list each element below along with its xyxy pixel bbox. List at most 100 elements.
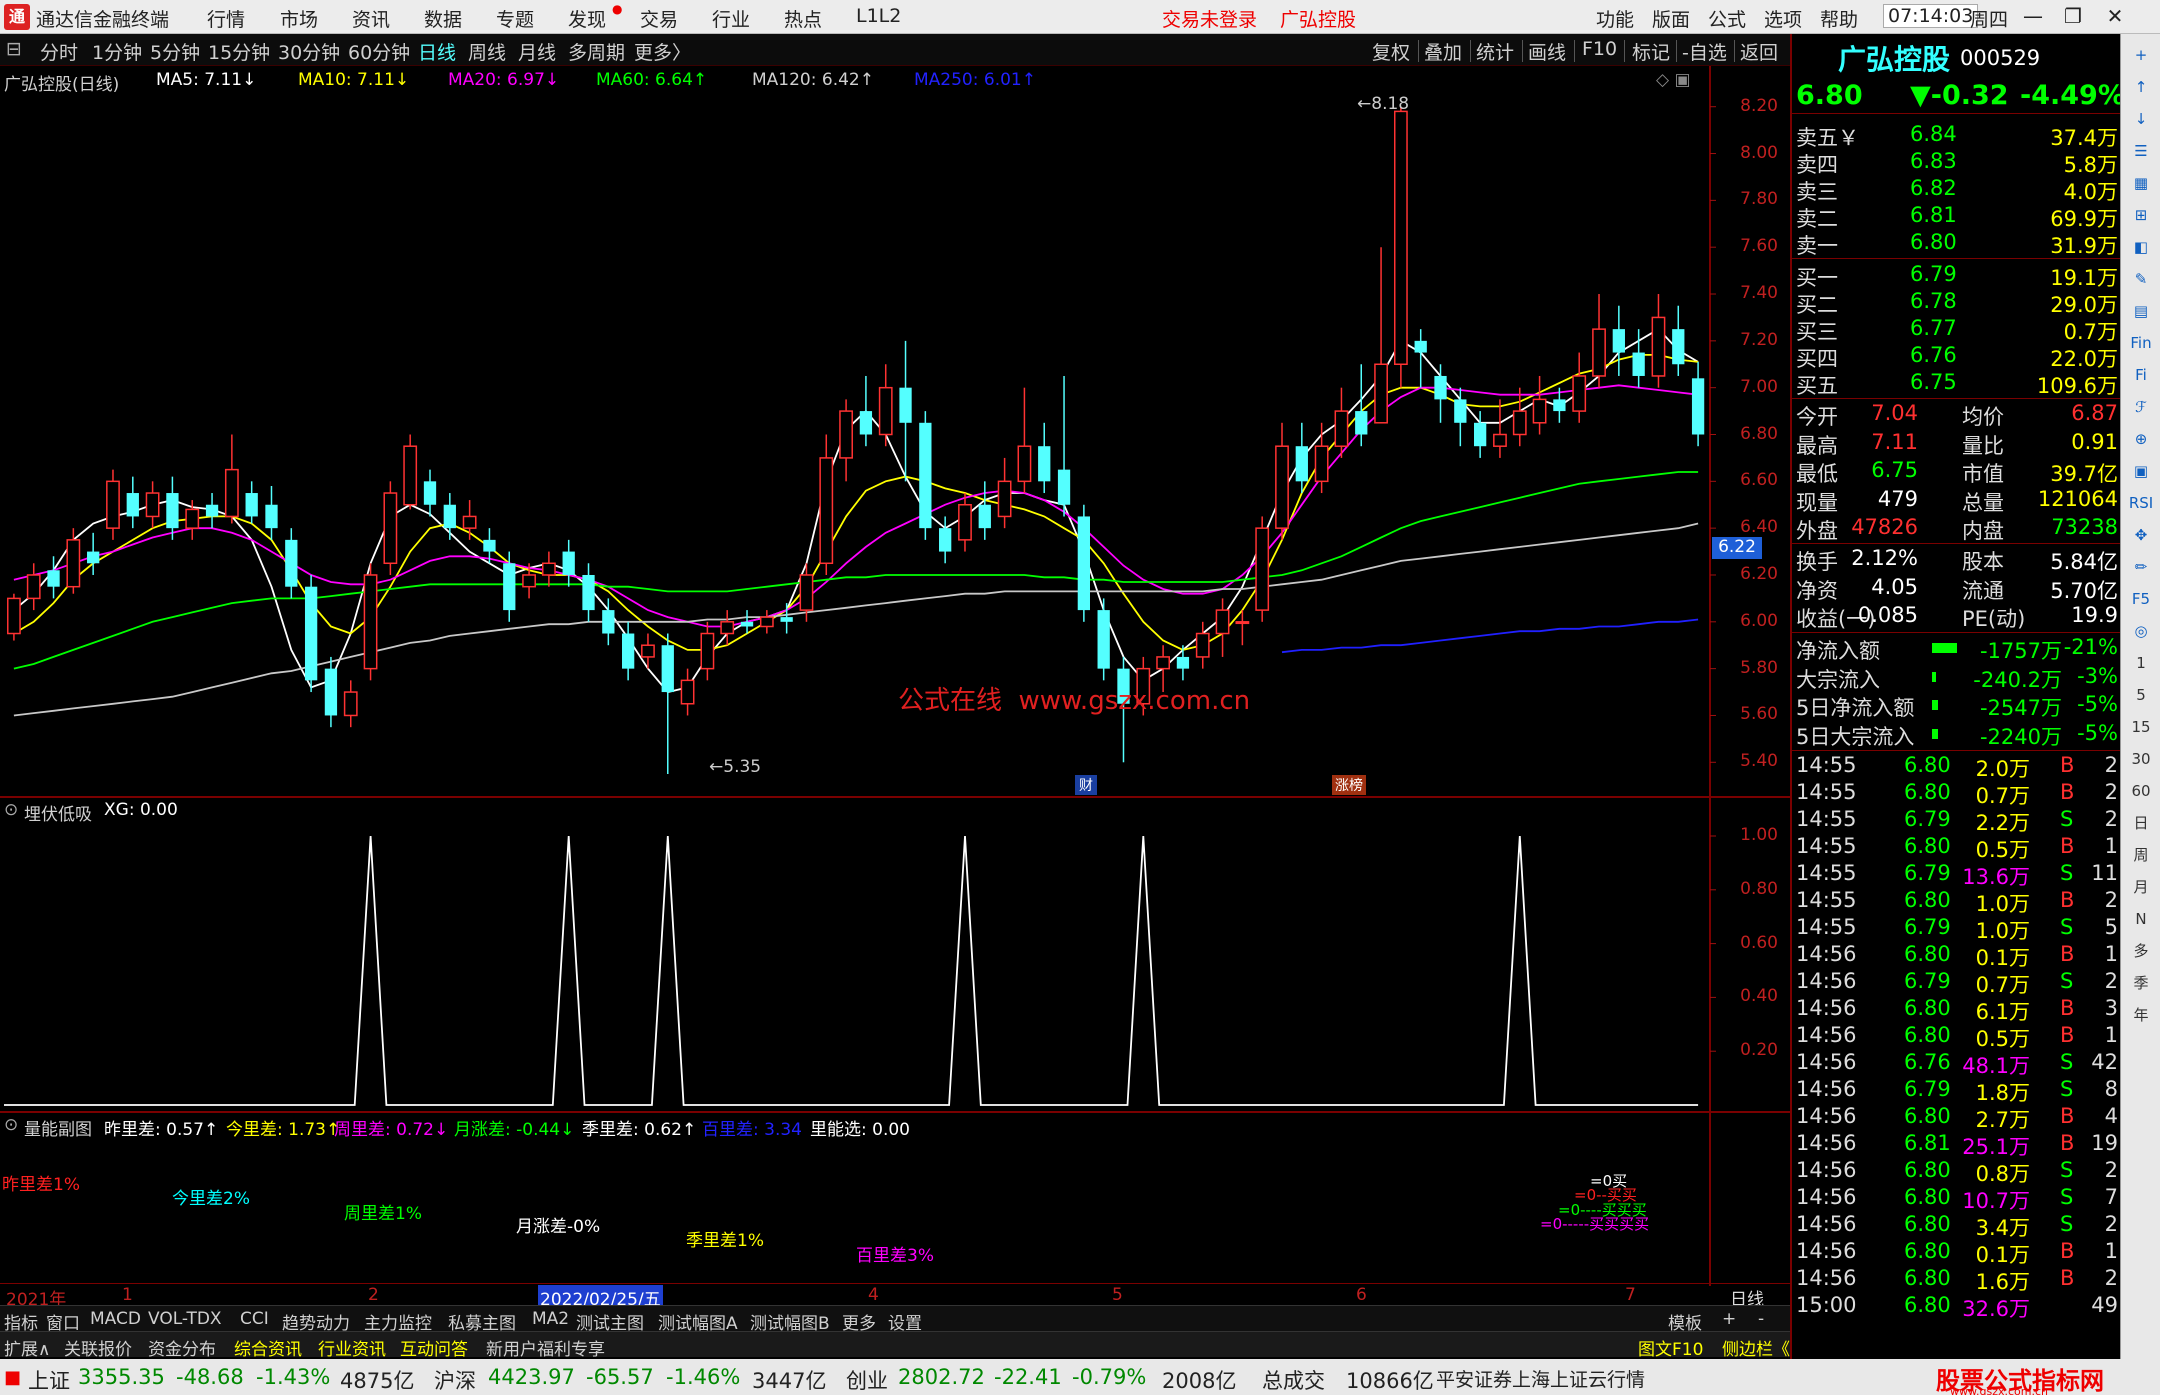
collapse-icon[interactable]: ⊟ xyxy=(6,38,22,60)
tabbar1-right-2[interactable]: - xyxy=(1758,1309,1764,1329)
menu-quotes[interactable]: 行情 xyxy=(207,5,245,32)
tick-row[interactable]: 14:56 6.79 1.8万 S 8 xyxy=(1792,1077,2122,1105)
period-monthly[interactable]: 月线 xyxy=(518,38,556,65)
bid-row[interactable]: 买四 6.76 22.0万 xyxy=(1792,343,2122,371)
toolbar-icon[interactable]: ℱ xyxy=(2126,392,2156,422)
ind2-collapse-icon[interactable]: ⊙ xyxy=(4,1115,18,1135)
btn-remove-fav[interactable]: -自选 xyxy=(1682,38,1727,65)
toolbar-icon[interactable]: 年 xyxy=(2126,1000,2156,1030)
indicator-tab[interactable]: MA2 xyxy=(532,1309,569,1329)
indicator-tab[interactable]: CCI xyxy=(240,1309,269,1329)
menu-discover[interactable]: 发现 xyxy=(568,5,606,32)
tick-row[interactable]: 14:56 6.81 25.1万 B 19 xyxy=(1792,1131,2122,1159)
bid-row[interactable]: 买一 6.79 19.1万 xyxy=(1792,262,2122,290)
period-1min[interactable]: 1分钟 xyxy=(92,38,142,65)
toolbar-icon[interactable]: ▤ xyxy=(2126,296,2156,326)
menu-market[interactable]: 市场 xyxy=(280,5,318,32)
menu-options[interactable]: 选项 xyxy=(1764,5,1802,32)
ask-row[interactable]: 卖一 6.80 31.9万 xyxy=(1792,230,2122,258)
extension-tab[interactable]: 资金分布 xyxy=(148,1335,216,1360)
tick-row[interactable]: 14:56 6.80 3.4万 S 2 xyxy=(1792,1212,2122,1240)
side-tab[interactable]: 图文F10 xyxy=(1638,1335,1703,1360)
toolbar-icon[interactable]: 日 xyxy=(2126,808,2156,838)
btn-back[interactable]: 返回 xyxy=(1740,38,1778,65)
btn-adjust[interactable]: 复权 xyxy=(1372,38,1410,65)
period-5min[interactable]: 5分钟 xyxy=(150,38,200,65)
ask-row[interactable]: 卖三 6.82 4.0万 xyxy=(1792,176,2122,204)
menu-help[interactable]: 帮助 xyxy=(1820,5,1858,32)
extension-tab[interactable]: 扩展∧ xyxy=(4,1335,50,1360)
tick-row[interactable]: 14:55 6.80 2.0万 B 2 xyxy=(1792,753,2122,781)
period-intraday[interactable]: 分时 xyxy=(40,38,78,65)
finance-marker[interactable]: 财 xyxy=(1075,775,1097,795)
toolbar-icon[interactable]: ◎ xyxy=(2126,616,2156,646)
period-more[interactable]: 更多〉 xyxy=(634,38,691,65)
extension-tab[interactable]: 关联报价 xyxy=(64,1335,132,1360)
extension-tab[interactable]: 互动问答 xyxy=(400,1335,468,1360)
toolbar-icon[interactable]: RSI xyxy=(2126,488,2156,518)
tick-row[interactable]: 14:55 6.80 1.0万 B 2 xyxy=(1792,888,2122,916)
login-status[interactable]: 交易未登录 xyxy=(1162,5,1257,32)
menu-hot[interactable]: 热点 xyxy=(784,5,822,32)
toolbar-icon[interactable]: ✏ xyxy=(2126,552,2156,582)
tick-row[interactable]: 14:55 6.79 13.6万 S 11 xyxy=(1792,861,2122,889)
toolbar-icon[interactable]: + xyxy=(2126,40,2156,70)
toolbar-icon[interactable]: Fi xyxy=(2126,360,2156,390)
tick-row[interactable]: 14:56 6.80 0.8万 S 2 xyxy=(1792,1158,2122,1186)
toolbar-icon[interactable]: 1 xyxy=(2126,648,2156,678)
period-weekly[interactable]: 周线 xyxy=(468,38,506,65)
toolbar-icon[interactable]: F5 xyxy=(2126,584,2156,614)
menu-layout[interactable]: 版面 xyxy=(1652,5,1690,32)
toolbar-icon[interactable]: 30 xyxy=(2126,744,2156,774)
toolbar-icon[interactable]: 月 xyxy=(2126,872,2156,902)
ask-row[interactable]: 卖二 6.81 69.9万 xyxy=(1792,203,2122,231)
ask-row[interactable]: 卖四 6.83 5.8万 xyxy=(1792,149,2122,177)
period-60min[interactable]: 60分钟 xyxy=(348,38,410,65)
hs-name[interactable]: 沪深 xyxy=(434,1365,476,1395)
tick-row[interactable]: 14:56 6.80 1.6万 B 2 xyxy=(1792,1266,2122,1294)
cy-name[interactable]: 创业 xyxy=(846,1365,888,1395)
btn-f10[interactable]: F10 xyxy=(1582,38,1617,60)
toolbar-icon[interactable]: ✥ xyxy=(2126,520,2156,550)
indicator-tab[interactable]: MACD xyxy=(90,1309,141,1329)
menu-industry[interactable]: 行业 xyxy=(712,5,750,32)
btn-draw[interactable]: 画线 xyxy=(1528,38,1566,65)
minimize-icon[interactable]: — xyxy=(2018,2,2048,30)
menu-formula[interactable]: 公式 xyxy=(1708,5,1746,32)
tick-row[interactable]: 14:56 6.80 6.1万 B 3 xyxy=(1792,996,2122,1024)
bid-row[interactable]: 买三 6.77 0.7万 xyxy=(1792,316,2122,344)
btn-mark[interactable]: 标记 xyxy=(1632,38,1670,65)
bid-row[interactable]: 买二 6.78 29.0万 xyxy=(1792,289,2122,317)
toolbar-icon[interactable]: ↑ xyxy=(2126,72,2156,102)
toolbar-icon[interactable]: 季 xyxy=(2126,968,2156,998)
tick-row[interactable]: 14:55 6.80 0.7万 B 2 xyxy=(1792,780,2122,808)
toolbar-icon[interactable]: N xyxy=(2126,904,2156,934)
tick-row[interactable]: 14:56 6.80 0.1万 B 1 xyxy=(1792,942,2122,970)
indicator-tab[interactable]: VOL-TDX xyxy=(148,1309,222,1329)
tabbar1-right-1[interactable]: + xyxy=(1722,1309,1736,1329)
extension-tab[interactable]: 行业资讯 xyxy=(318,1335,386,1360)
chart-canvas[interactable] xyxy=(0,66,1790,1286)
tick-row[interactable]: 14:55 6.79 2.2万 S 2 xyxy=(1792,807,2122,835)
menu-function[interactable]: 功能 xyxy=(1596,5,1634,32)
toolbar-icon[interactable]: ◧ xyxy=(2126,232,2156,262)
btn-stats[interactable]: 统计 xyxy=(1476,38,1514,65)
tick-row[interactable]: 14:56 6.80 2.7万 B 4 xyxy=(1792,1104,2122,1132)
toolbar-icon[interactable]: ▣ xyxy=(2126,456,2156,486)
tick-row[interactable]: 14:56 6.80 0.5万 B 1 xyxy=(1792,1023,2122,1051)
toolbar-icon[interactable]: ☰ xyxy=(2126,136,2156,166)
toolbar-icon[interactable]: ⊞ xyxy=(2126,200,2156,230)
tick-row[interactable]: 14:56 6.80 10.7万 S 7 xyxy=(1792,1185,2122,1213)
menu-topics[interactable]: 专题 xyxy=(496,5,534,32)
tick-row[interactable]: 14:56 6.79 0.7万 S 2 xyxy=(1792,969,2122,997)
period-15min[interactable]: 15分钟 xyxy=(208,38,270,65)
toolbar-icon[interactable]: 60 xyxy=(2126,776,2156,806)
period-30min[interactable]: 30分钟 xyxy=(278,38,340,65)
extension-tab[interactable]: 综合资讯 xyxy=(234,1335,302,1360)
toolbar-icon[interactable]: Fin xyxy=(2126,328,2156,358)
extension-tab[interactable]: 新用户福利专享 xyxy=(486,1335,605,1360)
tick-row[interactable]: 14:56 6.76 48.1万 S 42 xyxy=(1792,1050,2122,1078)
period-multi[interactable]: 多周期 xyxy=(568,38,625,65)
toolbar-icon[interactable]: ✎ xyxy=(2126,264,2156,294)
toolbar-icon[interactable]: 15 xyxy=(2126,712,2156,742)
